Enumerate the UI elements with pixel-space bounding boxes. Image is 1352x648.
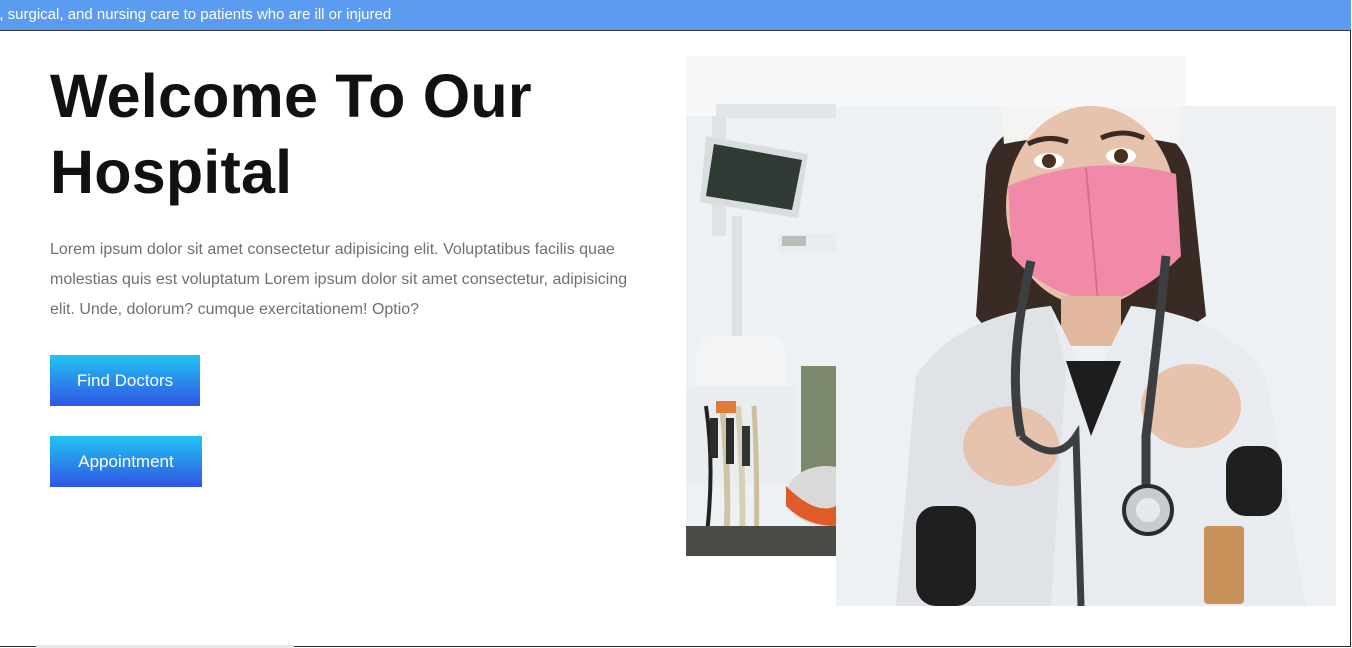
- hero-description: Lorem ipsum dolor sit amet consectetur a…: [50, 241, 628, 318]
- appointment-button[interactable]: Appointment: [50, 436, 202, 487]
- find-doctors-button[interactable]: Find Doctors: [50, 355, 200, 406]
- hero-title: Welcome To Our Hospital: [50, 58, 610, 210]
- hero-title-line2: Hospital: [50, 138, 293, 206]
- announcement-bar: l, surgical, and nursing care to patient…: [0, 0, 1351, 31]
- hero-title-line1: Welcome To Our: [50, 62, 532, 130]
- nurse-image: [836, 106, 1336, 606]
- announcement-text: l, surgical, and nursing care to patient…: [0, 6, 392, 23]
